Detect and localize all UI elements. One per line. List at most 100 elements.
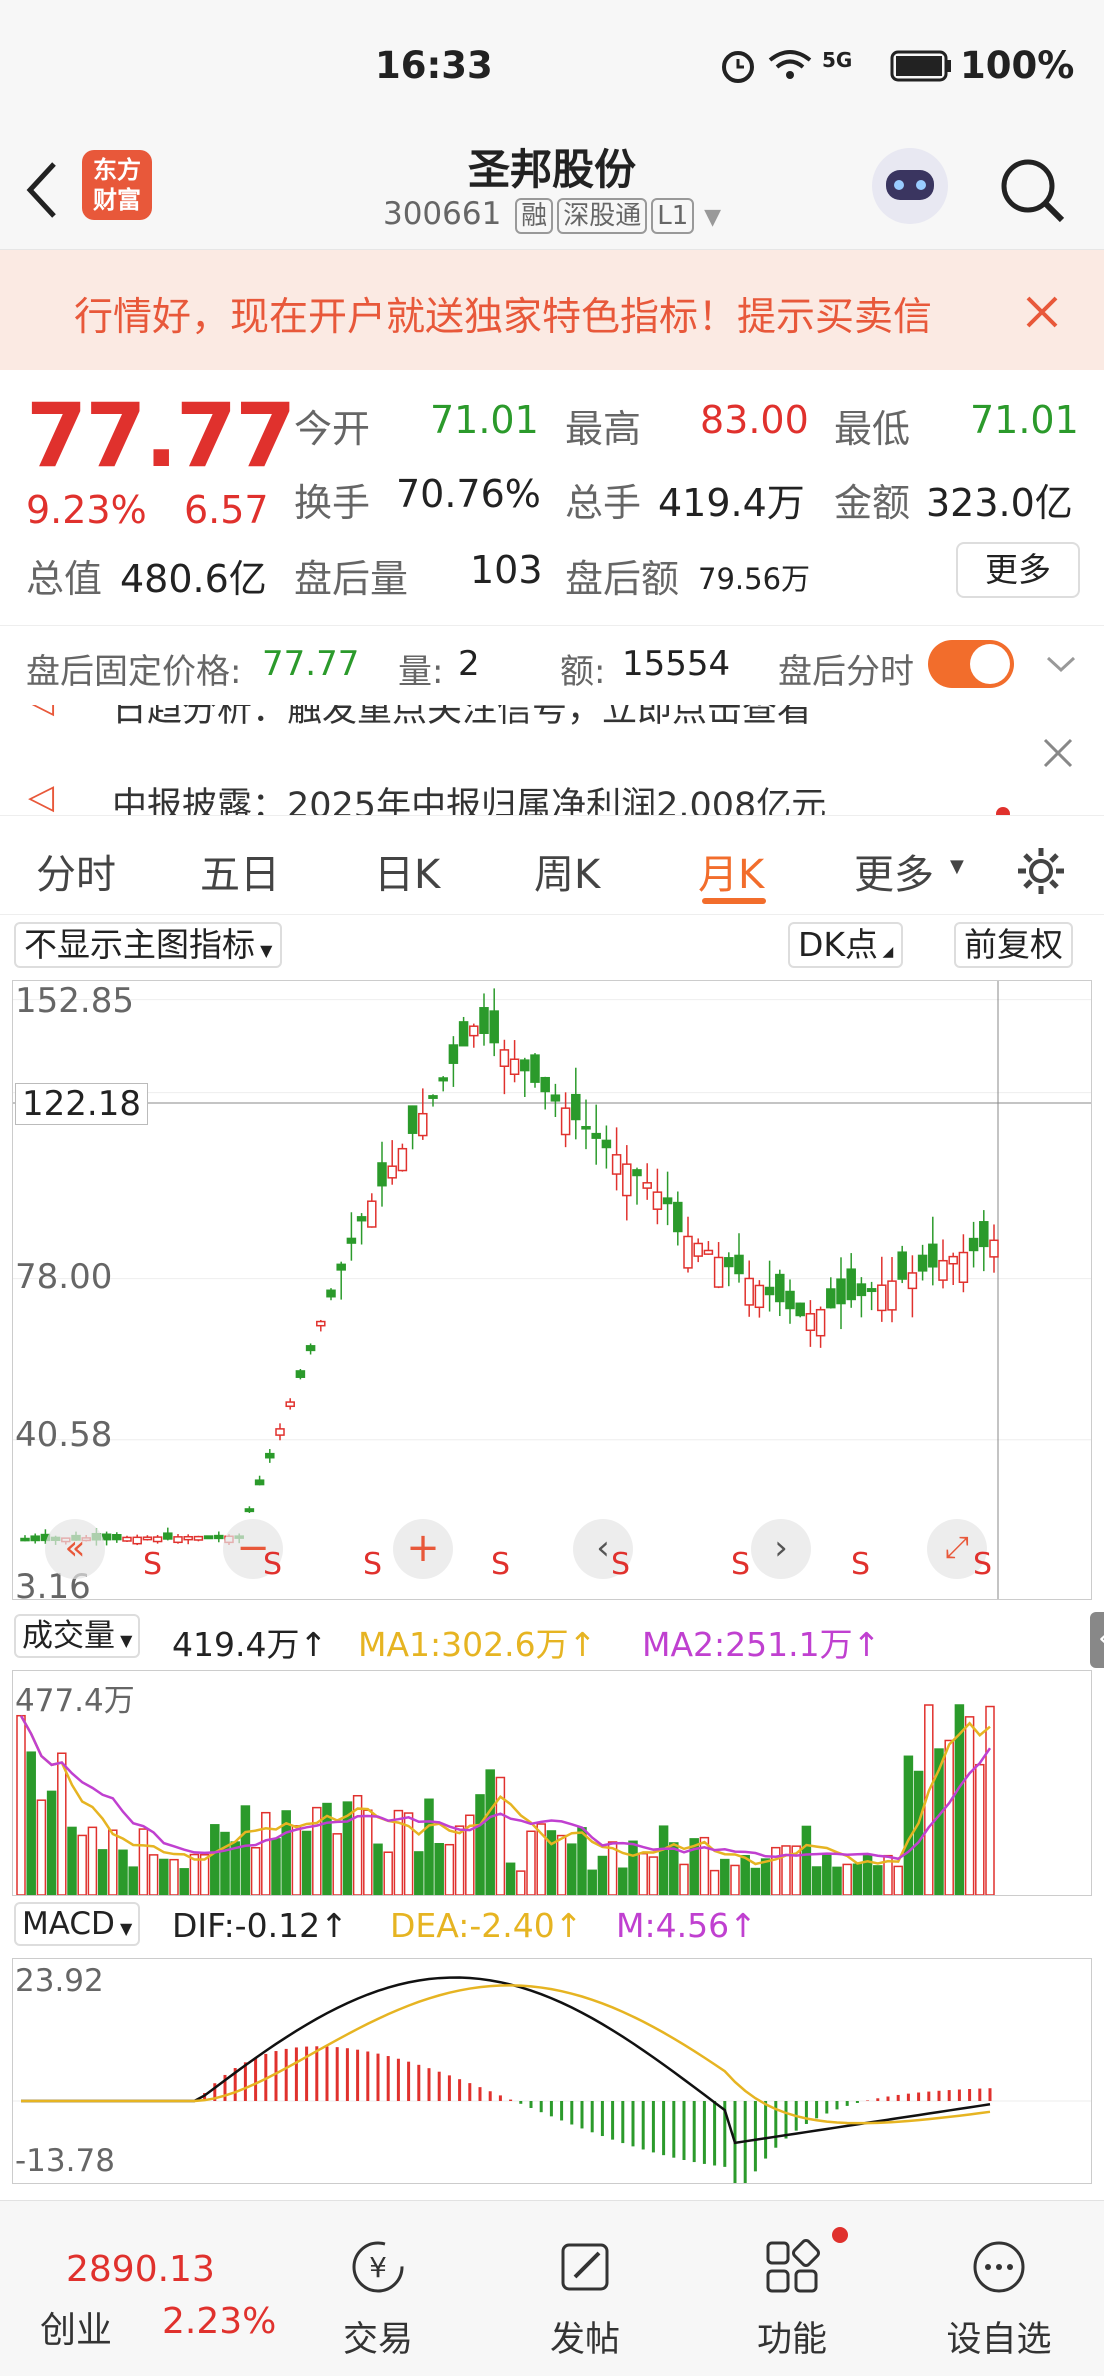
nav-features[interactable]: 功能 xyxy=(702,2201,882,2376)
tab-more[interactable]: 更多 xyxy=(854,842,934,900)
volume-bar xyxy=(597,1855,608,1895)
candle xyxy=(662,1197,673,1205)
macd-dif-line xyxy=(21,1976,991,2145)
high-label: 最高 xyxy=(565,407,642,451)
nav-post[interactable]: 发帖 xyxy=(495,2201,675,2376)
sell-signal-marker: S xyxy=(731,1547,751,1582)
grid-apps-icon xyxy=(766,2239,820,2293)
after-price: 77.77 xyxy=(262,644,360,684)
sell-signal-marker: S xyxy=(851,1547,871,1582)
nav-watchlist[interactable]: 设自选 xyxy=(909,2201,1089,2376)
volume-bar xyxy=(587,1869,597,1895)
volume-bar xyxy=(210,1824,220,1895)
tag-level: L1 xyxy=(651,198,695,234)
volume-bar xyxy=(760,1858,771,1895)
candle xyxy=(265,1452,275,1459)
close-icon[interactable] xyxy=(1024,294,1060,330)
volume-bar xyxy=(36,1799,47,1895)
candle xyxy=(989,1239,999,1258)
tab-weekly-k[interactable]: 周K xyxy=(534,842,600,900)
volume-bar xyxy=(975,1763,985,1895)
search-icon[interactable] xyxy=(996,154,1068,226)
candle xyxy=(438,1077,448,1082)
candle xyxy=(458,1021,469,1047)
mktcap-label: 总值 xyxy=(26,557,103,601)
volume-bar xyxy=(638,1852,648,1895)
volume-bar xyxy=(944,1739,954,1895)
dk-point-button[interactable]: DK点 ◢ xyxy=(788,922,904,968)
collapse-panel-button[interactable]: ‹ xyxy=(1090,1612,1104,1668)
notice-item[interactable]: ◁ 日趋分析：触发重点关注信号，立即点击查看 xyxy=(0,705,1104,731)
candle xyxy=(387,1165,397,1179)
candle xyxy=(163,1532,173,1540)
macd-indicator-select[interactable]: MACD ▼ xyxy=(14,1902,141,1946)
volume-bar xyxy=(363,1809,373,1895)
volume-bar xyxy=(913,1770,924,1895)
volume-bar xyxy=(118,1849,128,1895)
sell-signal-marker: S xyxy=(363,1547,383,1582)
speaker-icon: ◁ xyxy=(28,777,55,815)
candle xyxy=(815,1308,826,1337)
volume-bar xyxy=(291,1825,302,1895)
volume-bar xyxy=(709,1869,720,1895)
tab-monthly-k[interactable]: 月K xyxy=(698,842,764,900)
after-hours-toggle[interactable] xyxy=(928,640,1014,688)
robot-avatar-icon[interactable] xyxy=(872,148,948,224)
volume-bar xyxy=(567,1843,577,1895)
candle xyxy=(397,1147,408,1172)
kline-chart[interactable]: 152.85 78.00 40.58 3.16 122.18 « − + ‹ ›… xyxy=(12,980,1092,1600)
tab-intraday[interactable]: 分时 xyxy=(36,842,116,900)
candle xyxy=(683,1235,693,1269)
candle xyxy=(928,1243,938,1268)
volume-bar xyxy=(454,1825,465,1895)
macd-dea-line xyxy=(21,1984,991,2125)
candle xyxy=(734,1254,744,1275)
candle xyxy=(489,1010,499,1044)
notice-item[interactable]: ◁ 中报披露：2025年中报归属净利润2.008亿元 xyxy=(0,777,1104,815)
main-indicator-select[interactable]: 不显示主图指标 ▼ xyxy=(14,922,283,968)
volume-indicator-select[interactable]: 成交量 ▼ xyxy=(14,1614,141,1658)
settings-gear-icon[interactable] xyxy=(1014,844,1068,898)
volume-bar xyxy=(332,1833,342,1895)
volume-bar xyxy=(873,1865,883,1895)
candle xyxy=(305,1345,316,1352)
volume-bar xyxy=(679,1863,689,1895)
adjust-button[interactable]: 前复权 xyxy=(954,922,1073,968)
tab-five-day[interactable]: 五日 xyxy=(200,842,280,900)
scroll-left-fast-button[interactable]: « xyxy=(45,1519,105,1579)
candle xyxy=(785,1290,795,1310)
alarm-icon xyxy=(722,51,754,83)
candle xyxy=(805,1313,816,1332)
volume-bar xyxy=(730,1864,740,1895)
zoom-in-button[interactable]: + xyxy=(393,1519,453,1579)
candle xyxy=(622,1163,632,1197)
volume-ma2: MA2:251.1万↑ xyxy=(642,1625,881,1664)
volume-bar xyxy=(179,1868,189,1895)
next-button[interactable]: › xyxy=(751,1519,811,1579)
close-icon[interactable] xyxy=(1042,737,1074,769)
volume-bar xyxy=(475,1794,485,1895)
volume-bar xyxy=(240,1805,251,1895)
chevron-down-icon[interactable] xyxy=(1046,654,1076,674)
candle xyxy=(591,1132,601,1139)
nav-trade[interactable]: ¥ 交易 xyxy=(288,2201,468,2376)
candle xyxy=(581,1125,591,1130)
candle xyxy=(724,1257,734,1268)
volume-bar xyxy=(26,1751,36,1895)
candle xyxy=(550,1094,561,1102)
sell-signal-marker: S xyxy=(491,1547,511,1582)
volume-ma1-line xyxy=(19,1715,991,1866)
volume-bar xyxy=(658,1825,669,1895)
candle xyxy=(469,1025,479,1037)
more-button[interactable]: 更多 xyxy=(956,542,1080,598)
nav-post-label: 发帖 xyxy=(549,2320,620,2360)
volume-ma2-line xyxy=(19,1715,992,1861)
candle xyxy=(846,1268,856,1301)
volume-chart[interactable]: 477.4万 xyxy=(12,1670,1092,1896)
macd-chart[interactable]: 23.92 -13.78 xyxy=(12,1958,1092,2184)
low-label: 最低 xyxy=(834,407,911,451)
index-ticker[interactable]: 2890.13 创业 2.23% xyxy=(0,2201,280,2376)
volume-bar xyxy=(842,1863,852,1895)
promo-banner[interactable]: 行情好，现在开户就送独家特色指标！提示买卖信 xyxy=(0,250,1104,370)
tab-daily-k[interactable]: 日K xyxy=(374,842,440,900)
